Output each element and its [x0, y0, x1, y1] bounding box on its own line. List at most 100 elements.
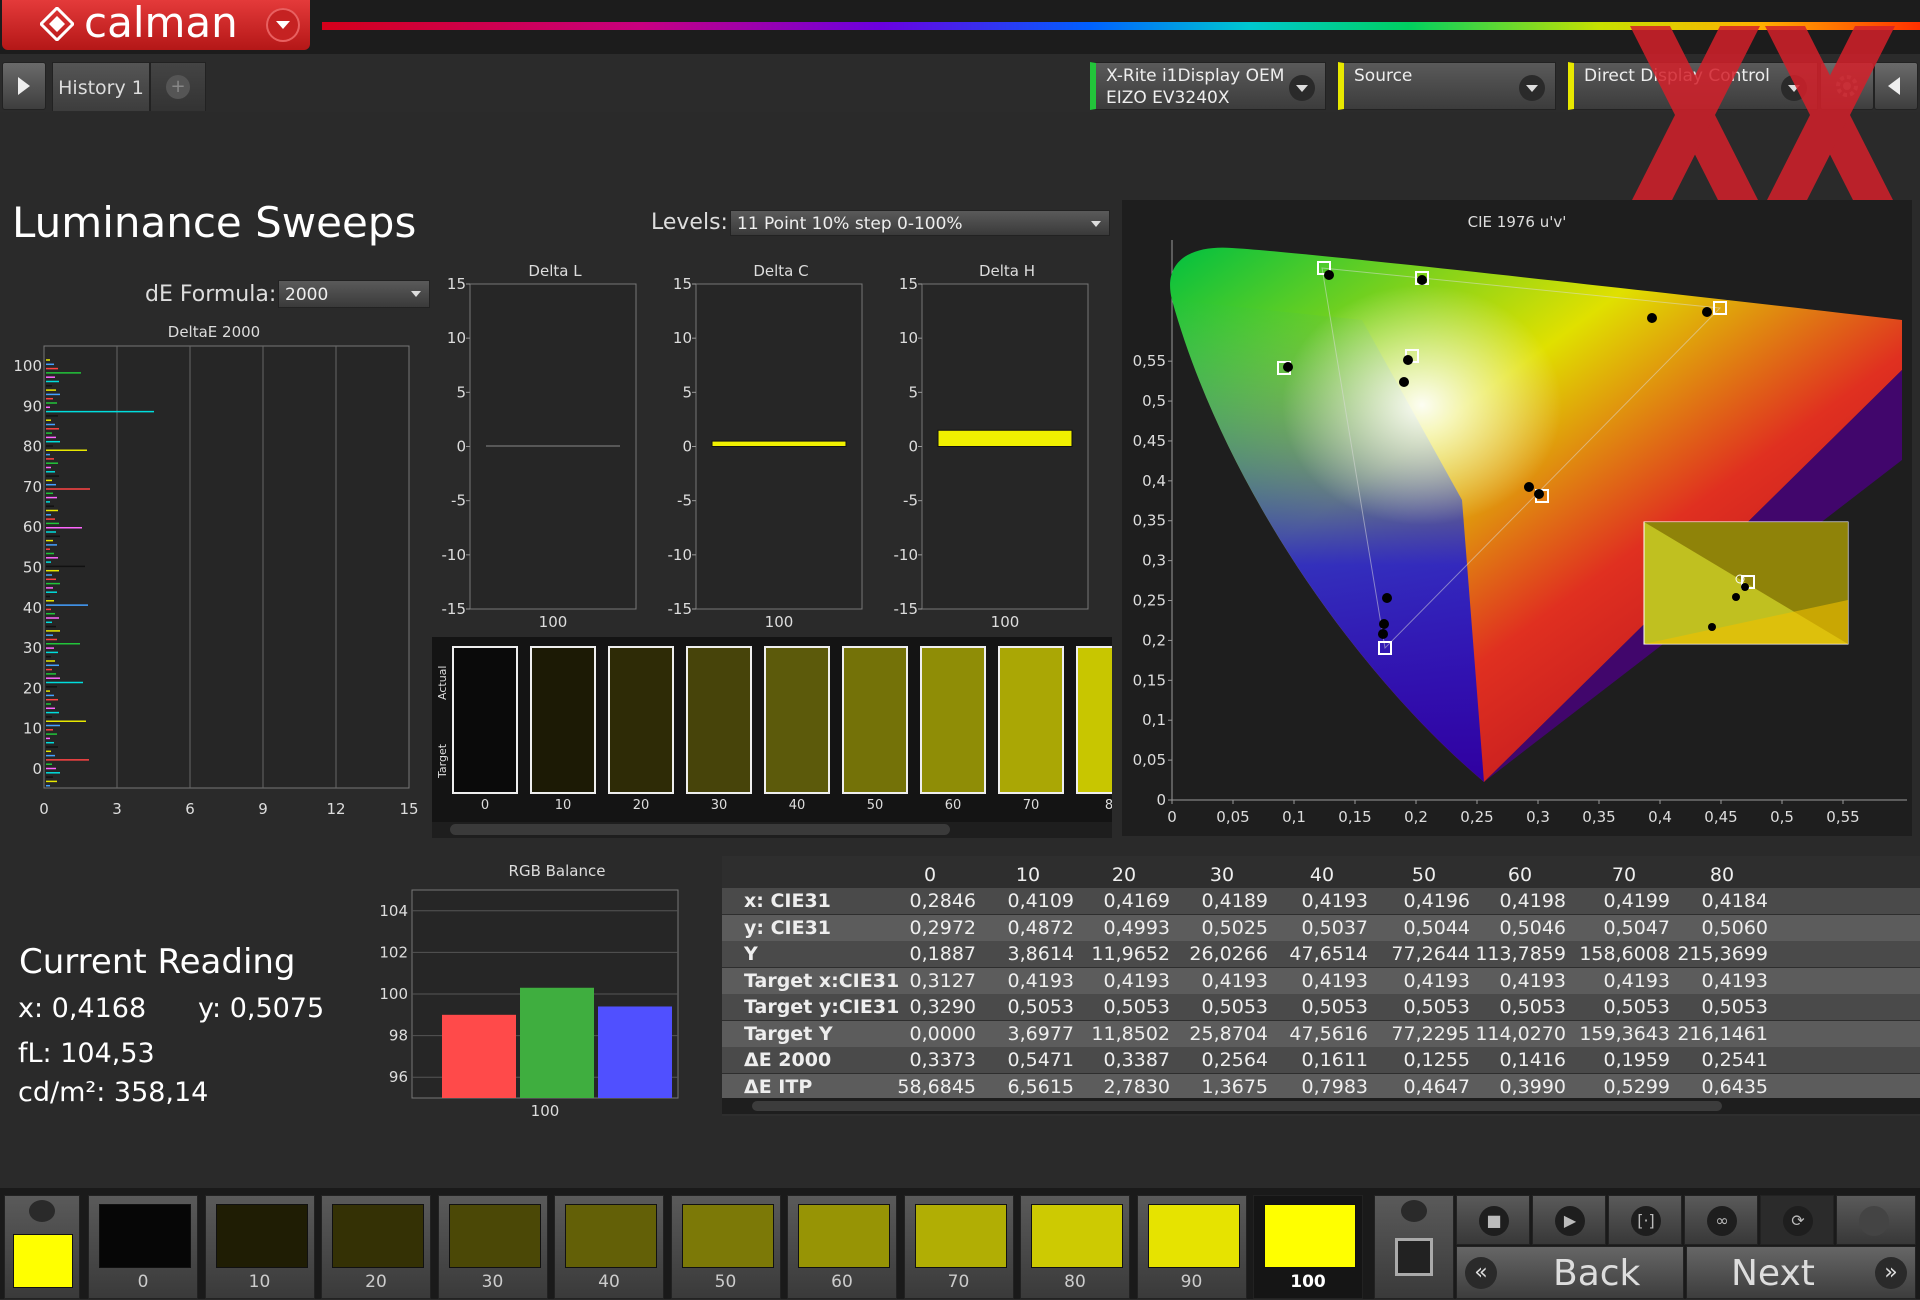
- play-button[interactable]: ▶: [1532, 1195, 1606, 1245]
- de-formula-select[interactable]: 2000: [278, 280, 430, 308]
- cie-measured-point: [1647, 313, 1657, 323]
- patch-swatch-20[interactable]: 20: [321, 1195, 431, 1299]
- cie-y-tick: 0,25: [1133, 592, 1166, 610]
- workflow-forward-button[interactable]: [2, 62, 46, 110]
- patch-label: 0: [137, 1272, 149, 1292]
- deltae-y-tick: 20: [23, 679, 42, 697]
- table-cell: 25,8704: [1189, 1022, 1268, 1045]
- source-selector[interactable]: Source: [1338, 62, 1556, 110]
- deltae-x-tick: 0: [39, 800, 49, 818]
- rgb-y-tick: 104: [379, 902, 408, 920]
- rgb-bar-b: [598, 1006, 672, 1098]
- calman-logo-button[interactable]: calman: [2, 0, 310, 50]
- table-cell: 0,2846: [909, 890, 976, 912]
- cie-measured-point: [1702, 307, 1712, 317]
- table-row: ΔE 2000 0,3373 0,5471 0,3387 0,2564 0,1611 0,1…: [722, 1047, 1920, 1073]
- table-cell: 3,6977: [1007, 1022, 1074, 1045]
- table-cell: 0,3990: [1499, 1075, 1566, 1098]
- table-cell: 47,6514: [1289, 943, 1368, 965]
- cie-zoom-point: [1741, 583, 1749, 591]
- stop-button[interactable]: ■: [1456, 1195, 1530, 1245]
- patch-swatch-60[interactable]: 60: [787, 1195, 897, 1299]
- table-cell: 0,3127: [909, 969, 976, 992]
- table-row-label: Target Y: [744, 1022, 833, 1045]
- table-cell: 0,5053: [1007, 996, 1074, 1018]
- de-formula-label: dE Formula:: [145, 282, 277, 307]
- stop-patch-button[interactable]: [1374, 1195, 1454, 1299]
- table-cell: 0,5047: [1603, 916, 1670, 939]
- back-button[interactable]: « Back: [1456, 1246, 1684, 1299]
- patch-swatch-40[interactable]: 40: [554, 1195, 664, 1299]
- patch-color: [1031, 1204, 1123, 1268]
- table-cell: 114,0270: [1475, 1022, 1566, 1045]
- strip-swatch: [686, 646, 752, 794]
- table-scrollbar[interactable]: [722, 1098, 1920, 1114]
- tab-history[interactable]: History 1: [52, 62, 150, 111]
- patch-color: [332, 1204, 424, 1268]
- table-cell: 58,6845: [897, 1075, 976, 1098]
- refresh-button[interactable]: ⟳: [1760, 1195, 1834, 1245]
- patch-color: [215, 1204, 308, 1268]
- measurement-table: 0 10 20 30 40 50 60 70 80 x: CIE31 0,2846 0,4109 0,4…: [722, 856, 1920, 1116]
- delta-h-y-tick: 5: [908, 383, 918, 401]
- stop-icon: ■: [1479, 1206, 1509, 1236]
- plus-icon: +: [166, 75, 190, 99]
- chevron-down-icon[interactable]: [1289, 75, 1315, 101]
- rgb-x-label: 100: [531, 1102, 560, 1116]
- meter-selector[interactable]: X-Rite i1Display OEM EIZO EV3240X: [1090, 62, 1326, 110]
- table-cell: 0,5037: [1301, 916, 1368, 939]
- current-patch-button[interactable]: [4, 1195, 80, 1299]
- cie-x-tick: 0,35: [1582, 808, 1615, 826]
- patch-color: [681, 1204, 774, 1268]
- strip-scrollbar[interactable]: [432, 822, 1112, 838]
- table-scroll-thumb[interactable]: [752, 1101, 1722, 1111]
- cie-y-tick: 0,05: [1133, 751, 1166, 769]
- table-row: x: CIE31 0,2846 0,4109 0,4169 0,4189 0,4193 0,…: [722, 888, 1920, 914]
- cie-measured-point: [1379, 619, 1389, 629]
- strip-swatch-label: 30: [710, 798, 728, 813]
- table-cell: 0,7983: [1301, 1075, 1368, 1098]
- table-column-header: 80: [1709, 864, 1735, 886]
- chevron-down-icon[interactable]: [1519, 75, 1545, 101]
- patch-swatch-90[interactable]: 90: [1136, 1195, 1247, 1299]
- cie-x-tick: 0,5: [1770, 808, 1794, 826]
- table-cell: 77,2295: [1391, 1022, 1470, 1045]
- table-row: Target x:CIE31 0,3127 0,4193 0,4193 0,4193 0,…: [722, 967, 1920, 994]
- cie-x-tick: 0,55: [1826, 808, 1859, 826]
- strip-swatch-label: 20: [632, 798, 650, 813]
- app-menu-dropdown-icon[interactable]: [266, 8, 300, 42]
- deltae-y-tick: 80: [23, 438, 42, 456]
- patch-swatch-10[interactable]: 10: [204, 1195, 315, 1299]
- table-cell: 0,4647: [1403, 1075, 1470, 1098]
- measure-once-button[interactable]: [·]: [1608, 1195, 1682, 1245]
- table-cell: 0,4199: [1603, 890, 1670, 912]
- strip-scroll-thumb[interactable]: [450, 824, 950, 835]
- delta-h-y-tick: -10: [894, 546, 919, 564]
- patch-swatch-30[interactable]: 30: [437, 1195, 548, 1299]
- cie-zoom-point: [1732, 593, 1740, 601]
- cie-x-tick: 0,2: [1404, 808, 1428, 826]
- delta-h-y-tick: -15: [894, 600, 919, 618]
- cie-measured-point: [1378, 629, 1388, 639]
- add-tab-button[interactable]: +: [150, 62, 206, 111]
- table-column-header: 50: [1411, 864, 1437, 886]
- patch-swatch-100[interactable]: 100: [1253, 1195, 1363, 1299]
- patch-swatch-0[interactable]: 0: [88, 1195, 198, 1299]
- record-button[interactable]: [1836, 1195, 1916, 1245]
- next-button[interactable]: Next »: [1686, 1246, 1916, 1299]
- levels-select[interactable]: 11 Point 10% step 0-100%: [730, 210, 1110, 236]
- target-label: Target: [436, 743, 449, 778]
- patch-swatch-50[interactable]: 50: [670, 1195, 781, 1299]
- table-column-header: 20: [1111, 864, 1137, 886]
- continuous-button[interactable]: ∞: [1684, 1195, 1758, 1245]
- patch-swatch-70[interactable]: 70: [903, 1195, 1014, 1299]
- cie-measured-point: [1399, 377, 1409, 387]
- table-cell: 0,5053: [1103, 996, 1170, 1018]
- patch-swatch-80[interactable]: 80: [1020, 1195, 1130, 1299]
- table-cell: 11,9652: [1091, 943, 1170, 965]
- cie-measured-point: [1382, 593, 1392, 603]
- table-cell: 0,4198: [1499, 890, 1566, 912]
- calman-diamond-icon: [40, 7, 74, 41]
- table-cell: 216,1461: [1677, 1022, 1768, 1045]
- rgb-bar-g: [520, 987, 594, 1098]
